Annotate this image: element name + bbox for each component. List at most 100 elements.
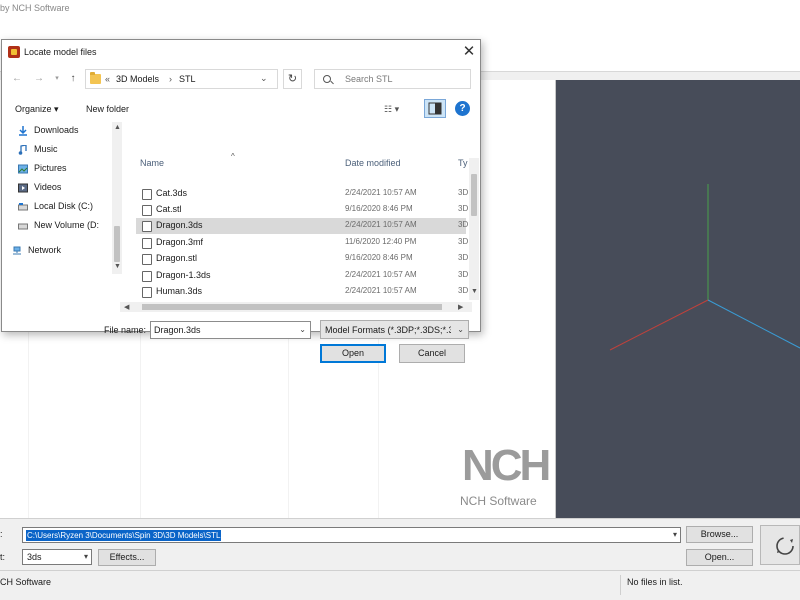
up-arrow-icon[interactable]: ↑	[66, 72, 80, 86]
file-icon	[142, 254, 152, 265]
3d-preview-viewport[interactable]	[556, 80, 800, 518]
output-format-select[interactable]: 3ds ▾	[22, 549, 92, 565]
file-row[interactable]: Human.3ds 2/24/2021 10:57 AM 3D	[136, 284, 469, 300]
browse-button[interactable]: Browse...	[686, 526, 753, 543]
nav-pane-scrollbar[interactable]: ▲ ▼	[112, 122, 122, 274]
file-name-value: Dragon.3ds	[154, 325, 201, 335]
drive-icon	[18, 223, 28, 230]
network-icon	[13, 246, 21, 255]
dialog-titlebar[interactable]: Locate model files ✕	[2, 40, 480, 64]
convert-button[interactable]	[760, 525, 800, 565]
file-type-select[interactable]: Model Formats (*.3DP;*.3DS;*.3 ⌄	[320, 320, 469, 339]
scroll-left-icon[interactable]: ◀	[124, 303, 129, 311]
file-date: 9/16/2020 8:46 PM	[345, 253, 413, 262]
nav-item-label: Music	[34, 144, 58, 154]
nch-logo-letters: NCH	[462, 441, 551, 490]
refresh-icon[interactable]: ↻	[283, 69, 302, 89]
output-format-value: 3ds	[27, 552, 42, 562]
status-right-text: No files in list.	[627, 577, 683, 587]
file-row[interactable]: Cat.3ds 2/24/2021 10:57 AM 3D	[136, 186, 469, 202]
axis-x-line	[609, 299, 709, 351]
file-row[interactable]: Dragon-1.3ds 2/24/2021 10:57 AM 3D	[136, 268, 468, 284]
address-bar[interactable]: « 3D Models › STL	[85, 69, 278, 89]
app-icon	[8, 46, 20, 58]
dialog-title: Locate model files	[24, 47, 97, 57]
file-date: 2/24/2021 10:57 AM	[345, 286, 417, 295]
file-type: 3D	[458, 286, 469, 295]
search-placeholder: Search STL	[345, 74, 393, 84]
file-list-horizontal-scrollbar[interactable]: ◀ ▶	[120, 302, 472, 312]
scrollbar-thumb[interactable]	[142, 304, 442, 310]
nav-item-label: Downloads	[34, 125, 79, 135]
chevron-down-icon[interactable]: ▾	[673, 530, 677, 539]
status-left-text: CH Software	[0, 577, 52, 587]
scroll-down-icon[interactable]: ▼	[471, 288, 478, 295]
status-bar: CH Software No files in list.	[0, 570, 800, 600]
nav-item-label: Local Disk (C:)	[34, 201, 94, 211]
file-date: 2/24/2021 10:57 AM	[345, 188, 417, 197]
forward-arrow-icon[interactable]: →	[32, 72, 46, 86]
search-input[interactable]: Search STL	[314, 69, 471, 89]
drive-icon	[18, 203, 28, 211]
nav-item-label: New Volume (D:	[34, 220, 100, 230]
scrollbar-thumb[interactable]	[114, 226, 120, 262]
file-type: 3D	[458, 204, 469, 213]
folder-icon	[90, 72, 101, 84]
navigation-pane[interactable]: Downloads Music Pictures Videos Local Di…	[10, 122, 122, 274]
scroll-down-icon[interactable]: ▼	[114, 263, 121, 270]
chevron-down-icon: ⌄	[457, 325, 464, 334]
breadcrumb-separator: ›	[169, 74, 172, 84]
scroll-right-icon[interactable]: ▶	[458, 303, 463, 311]
file-type: 3D	[458, 220, 469, 229]
breadcrumb-stl[interactable]: STL	[179, 74, 196, 84]
view-options-icon[interactable]: ☷ ▾	[384, 104, 399, 115]
file-row-selected[interactable]: Dragon.3ds 2/24/2021 10:57 AM 3D	[136, 218, 469, 234]
close-icon[interactable]: ✕	[460, 43, 478, 61]
chevron-down-icon[interactable]: ⌄	[260, 73, 268, 84]
bottom-panel: : C:\Users\Ryzen 3\Documents\Spin 3D\3D …	[0, 518, 800, 570]
breadcrumb-overflow[interactable]: «	[105, 74, 110, 84]
file-name: Human.3ds	[156, 286, 203, 296]
file-icon	[142, 271, 152, 282]
chevron-down-icon[interactable]: ⌄	[299, 325, 306, 334]
column-header-type[interactable]: Ty	[458, 158, 468, 168]
scroll-up-icon[interactable]: ▲	[114, 124, 121, 131]
back-arrow-icon[interactable]: ←	[10, 72, 24, 86]
help-icon[interactable]: ?	[455, 101, 470, 116]
axis-z-line	[707, 299, 800, 349]
column-header-name[interactable]: Name	[140, 158, 164, 168]
file-name: Dragon-1.3ds	[156, 270, 211, 280]
open-output-button[interactable]: Open...	[686, 549, 753, 566]
file-type: 3D	[458, 188, 469, 197]
breadcrumb-3d-models[interactable]: 3D Models	[116, 74, 159, 84]
open-button[interactable]: Open	[320, 344, 386, 363]
file-icon	[142, 287, 152, 298]
output-folder-value: C:\Users\Ryzen 3\Documents\Spin 3D\3D Mo…	[26, 530, 222, 541]
file-row[interactable]: Dragon.stl 9/16/2020 8:46 PM 3D	[136, 251, 468, 267]
file-list[interactable]: ^ Name Date modified Ty Cat.3ds 2/24/202…	[136, 152, 470, 300]
file-row[interactable]: Dragon.3mf 11/6/2020 12:40 PM 3D	[136, 235, 468, 251]
output-format-label: t:	[0, 552, 6, 562]
file-name: Cat.stl	[156, 204, 182, 214]
videos-icon	[18, 183, 28, 193]
nch-logo-text: NCH Software	[460, 494, 537, 508]
output-folder-field[interactable]: C:\Users\Ryzen 3\Documents\Spin 3D\3D Mo…	[22, 527, 681, 543]
preview-pane-icon[interactable]	[424, 99, 446, 118]
file-row[interactable]: Cat.stl 9/16/2020 8:46 PM 3D	[136, 202, 469, 218]
recent-locations-chevron-icon[interactable]: ▾	[50, 72, 64, 86]
effects-button[interactable]: Effects...	[98, 549, 156, 566]
file-list-scrollbar[interactable]: ▼	[469, 158, 479, 300]
file-type-value: Model Formats (*.3DP;*.3DS;*.3	[325, 325, 451, 335]
file-name: Dragon.3ds	[156, 220, 203, 230]
organize-button[interactable]: Organize ▾	[15, 104, 59, 115]
scrollbar-thumb[interactable]	[471, 174, 477, 216]
command-bar: Organize ▾ New folder ☷ ▾	[2, 98, 480, 120]
cancel-button[interactable]: Cancel	[399, 344, 465, 363]
axes-gizmo	[609, 184, 800, 351]
file-name: Dragon.stl	[156, 253, 198, 263]
file-name-input[interactable]: Dragon.3ds ⌄	[150, 321, 311, 339]
chevron-down-icon: ▾	[83, 552, 88, 561]
column-header-date[interactable]: Date modified	[345, 158, 401, 168]
new-folder-button[interactable]: New folder	[86, 104, 129, 114]
file-icon	[142, 238, 152, 249]
